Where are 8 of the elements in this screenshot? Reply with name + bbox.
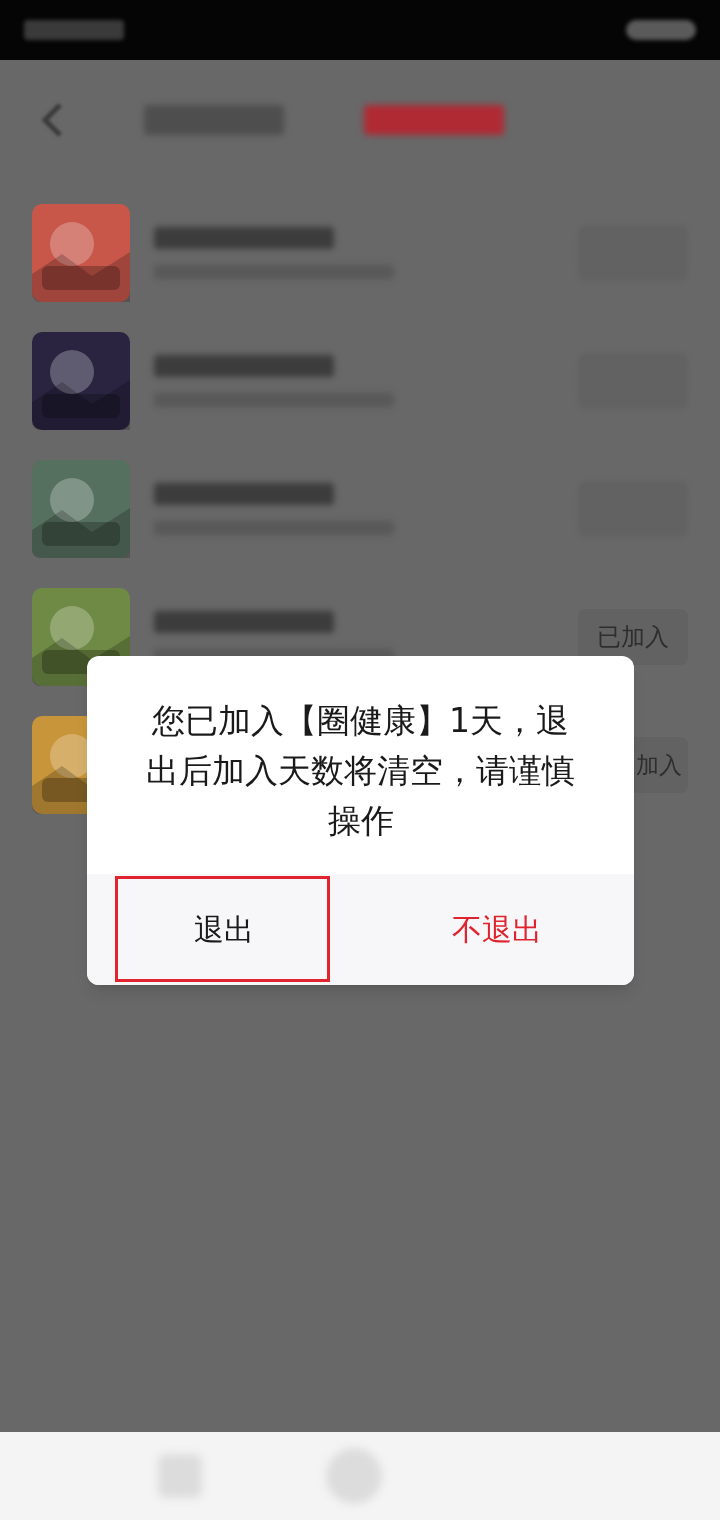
back-icon[interactable] (40, 102, 64, 138)
battery-icon (626, 20, 696, 40)
tab[interactable] (364, 105, 504, 135)
dialog-button[interactable]: 退出 (177, 899, 270, 960)
dialog-message: 您已加入【圈健康】1天，退出后加入天数将清空，请谨慎操作 (145, 700, 576, 842)
nav-icon[interactable] (326, 1448, 382, 1504)
dialog-button[interactable]: 不退出 (436, 899, 559, 960)
status-icon (24, 20, 124, 40)
